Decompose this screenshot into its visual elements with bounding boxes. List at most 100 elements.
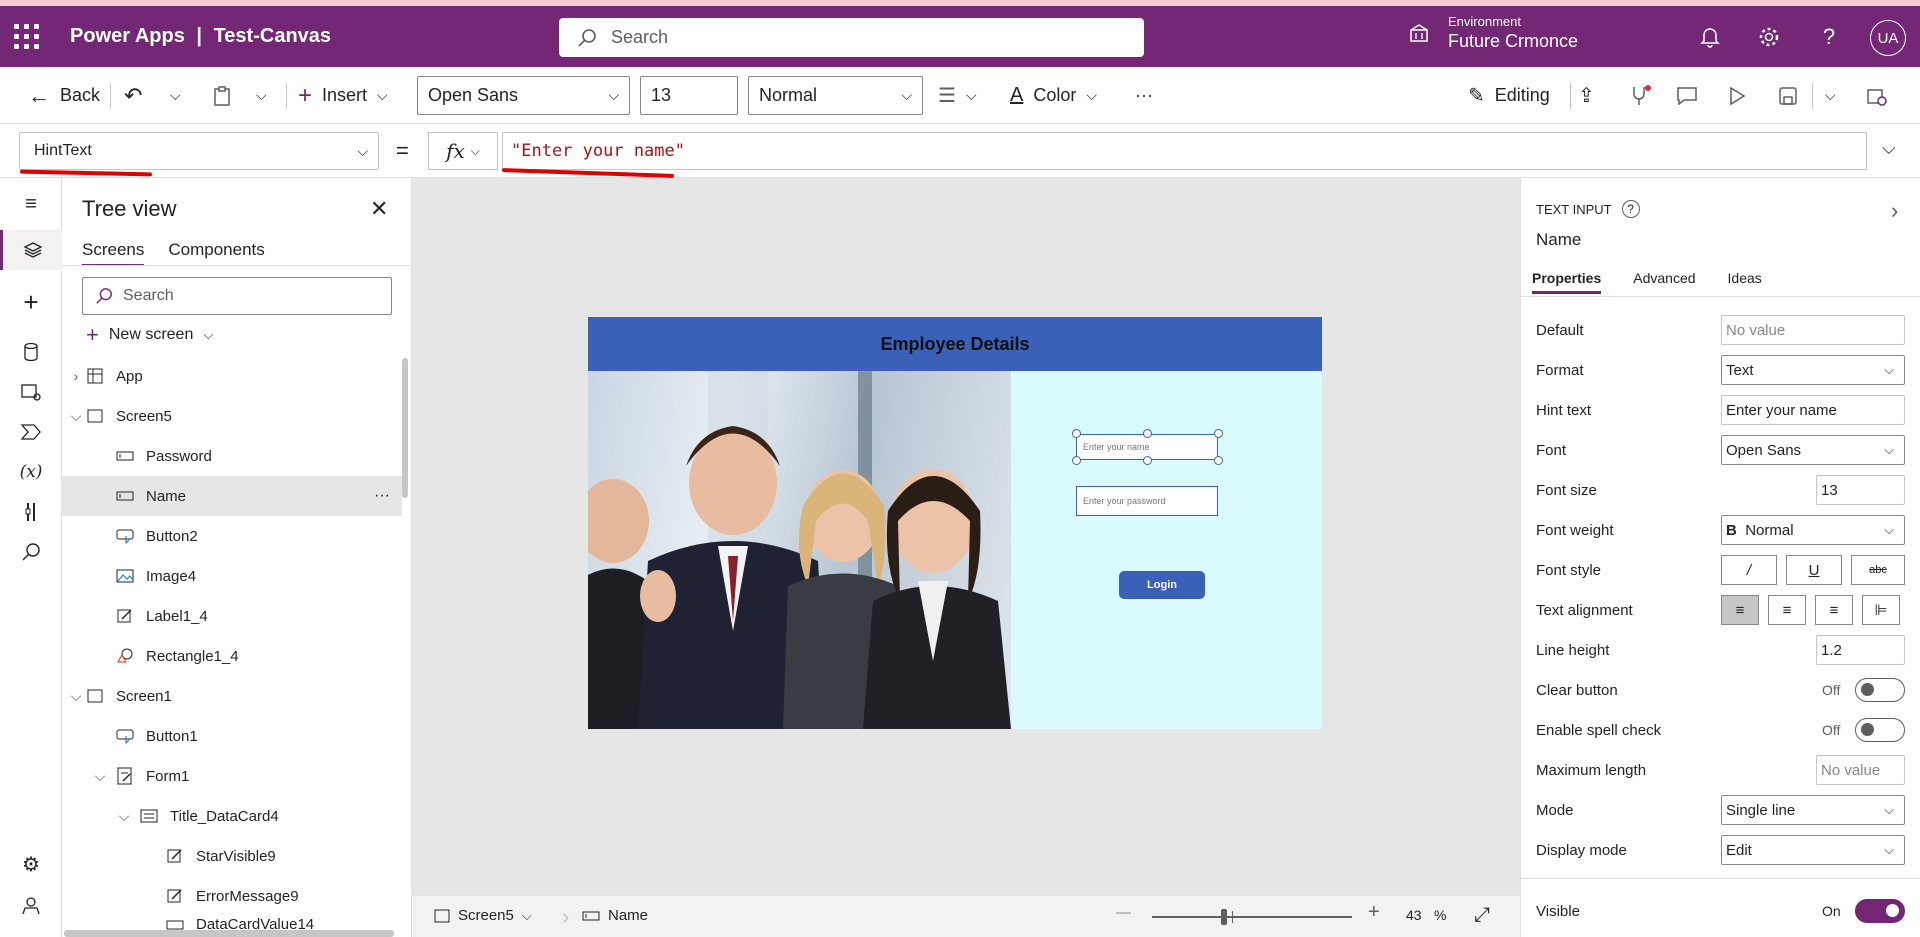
underline-button[interactable]: U	[1786, 555, 1842, 585]
resize-handle[interactable]	[1214, 429, 1223, 438]
resize-handle[interactable]	[1143, 456, 1152, 465]
color-button[interactable]: A Color ⌵	[1010, 67, 1097, 124]
fit-to-window-icon[interactable]: ⤢	[1474, 904, 1490, 927]
font-size-input[interactable]: 13	[1816, 475, 1905, 505]
control-breadcrumb[interactable]: Name	[582, 907, 648, 924]
formula-input[interactable]: "Enter your name"	[502, 132, 1867, 170]
save-chevron-down-icon[interactable]: ⌵	[1825, 67, 1836, 124]
user-avatar[interactable]: UA	[1870, 20, 1906, 56]
zoom-out-button[interactable]: —	[1116, 904, 1131, 921]
team-photo-image[interactable]	[588, 371, 1011, 729]
maximum-length-input[interactable]: No value	[1816, 755, 1905, 785]
tree-node-name[interactable]: Name ···	[62, 476, 402, 516]
tab-ideas[interactable]: Ideas	[1728, 270, 1762, 294]
tab-screens[interactable]: Screens	[82, 240, 145, 266]
app-title[interactable]: Power Apps | Test-Canvas	[70, 25, 331, 48]
more-commands-button[interactable]: ···	[1135, 67, 1153, 124]
notifications-icon[interactable]	[1697, 24, 1723, 50]
tab-properties[interactable]: Properties	[1532, 270, 1602, 294]
fx-button[interactable]: fx ⌵	[428, 132, 498, 170]
settings-icon[interactable]	[1756, 24, 1782, 50]
tree-node-rectangle1-4[interactable]: Rectangle1_4	[62, 636, 402, 676]
font-weight-select[interactable]: B Normal ⌵	[1721, 515, 1905, 545]
align-justify-icon[interactable]: ⊫	[1862, 595, 1900, 625]
font-select[interactable]: Open Sans ⌵	[1721, 435, 1905, 465]
undo-chevron-down-icon[interactable]: ⌵	[170, 67, 181, 124]
insert-button[interactable]: + Insert ⌵	[298, 67, 388, 124]
screen-breadcrumb[interactable]: Screen5 ⌵	[434, 907, 532, 924]
control-name[interactable]: Name	[1536, 230, 1581, 250]
tab-components[interactable]: Components	[168, 240, 264, 266]
paste-chevron-down-icon[interactable]: ⌵	[256, 67, 267, 124]
visible-toggle[interactable]	[1855, 899, 1905, 923]
clear-button-toggle[interactable]	[1855, 678, 1905, 702]
power-automate-icon[interactable]	[0, 412, 62, 452]
variables-icon[interactable]: (x)	[0, 452, 62, 492]
login-button[interactable]: Login	[1119, 571, 1205, 599]
back-button[interactable]: ← Back	[28, 67, 100, 124]
help-circle-icon[interactable]: ?	[1621, 200, 1640, 218]
tree-node-starvisible9[interactable]: StarVisible9	[62, 836, 402, 876]
tree-node-screen5[interactable]: ⌵ Screen5	[62, 396, 402, 436]
tree-node-errormessage9[interactable]: ErrorMessage9	[62, 876, 402, 916]
property-select[interactable]: HintText ⌵	[19, 132, 379, 170]
hint-text-input[interactable]: Enter your name	[1721, 395, 1905, 425]
environment-picker[interactable]: Environment Future Crmonce	[1408, 14, 1578, 52]
share-icon[interactable]: ⇪	[1578, 67, 1595, 124]
zoom-in-button[interactable]: +	[1368, 901, 1380, 924]
default-input[interactable]: No value	[1721, 315, 1905, 345]
collapse-panel-chevron-right-icon[interactable]: ›	[1891, 198, 1898, 224]
tree-node-password[interactable]: Password	[62, 436, 402, 476]
tree-node-button2[interactable]: Button2	[62, 516, 402, 556]
close-icon[interactable]: ✕	[370, 196, 388, 222]
mode-select[interactable]: Single line ⌵	[1721, 795, 1905, 825]
expand-formula-chevron-down-icon[interactable]: ⌵	[1882, 138, 1896, 159]
align-button[interactable]: ☰ ⌵	[938, 67, 977, 124]
horizontal-scrollbar[interactable]	[64, 930, 394, 937]
hamburger-menu-icon[interactable]: ≡	[0, 184, 62, 224]
undo-icon[interactable]: ↶	[124, 67, 142, 124]
tree-node-form1[interactable]: ⌵ Form1	[62, 756, 402, 796]
save-icon[interactable]	[1778, 67, 1798, 124]
help-icon[interactable]: ?	[1816, 24, 1842, 50]
format-select[interactable]: Text ⌵	[1721, 355, 1905, 385]
align-center-icon[interactable]: ≡	[1768, 595, 1806, 625]
search-icon[interactable]	[0, 532, 62, 572]
editing-button[interactable]: ✎ Editing	[1468, 67, 1550, 124]
font-weight-select[interactable]: Normal ⌵	[748, 76, 923, 115]
preview-play-icon[interactable]	[1728, 67, 1746, 124]
tree-view-layers-icon[interactable]	[0, 230, 62, 270]
tree-node-app[interactable]: › App	[62, 356, 402, 396]
more-options-icon[interactable]: ···	[374, 487, 390, 505]
advanced-tools-icon[interactable]	[0, 492, 62, 532]
global-search-input[interactable]: Search	[559, 18, 1144, 57]
zoom-slider-thumb[interactable]	[1221, 909, 1227, 925]
align-right-icon[interactable]: ≡	[1815, 595, 1853, 625]
app-launcher-icon[interactable]	[14, 24, 50, 49]
line-height-input[interactable]: 1.2	[1816, 635, 1905, 665]
resize-handle[interactable]	[1072, 456, 1081, 465]
resize-handle[interactable]	[1072, 429, 1081, 438]
display-mode-select[interactable]: Edit ⌵	[1721, 835, 1905, 865]
publish-icon[interactable]	[1866, 67, 1888, 124]
tree-node-screen1[interactable]: ⌵ Screen1	[62, 676, 402, 716]
comments-icon[interactable]	[1676, 67, 1698, 124]
zoom-slider[interactable]	[1152, 909, 1352, 925]
font-size-input[interactable]: 13	[640, 76, 738, 115]
tree-search-input[interactable]: Search	[82, 277, 392, 315]
vertical-scrollbar[interactable]	[402, 358, 408, 498]
tree-node-image4[interactable]: Image4	[62, 556, 402, 596]
settings-icon[interactable]: ⚙	[0, 844, 62, 884]
resize-handle[interactable]	[1214, 456, 1223, 465]
tree-node-button1[interactable]: Button1	[62, 716, 402, 756]
data-database-icon[interactable]	[0, 332, 62, 372]
tree-node-title-datacard4[interactable]: ⌵ Title_DataCard4	[62, 796, 402, 836]
new-screen-button[interactable]: + New screen ⌵	[86, 322, 213, 348]
resize-handle[interactable]	[1143, 429, 1152, 438]
virtual-agent-icon[interactable]	[0, 886, 62, 926]
strikethrough-button[interactable]: abc	[1851, 555, 1905, 585]
font-family-select[interactable]: Open Sans ⌵	[417, 76, 630, 115]
password-input[interactable]: Enter your password	[1076, 486, 1218, 516]
paste-icon[interactable]	[212, 67, 232, 124]
app-checker-icon[interactable]	[1628, 67, 1652, 124]
